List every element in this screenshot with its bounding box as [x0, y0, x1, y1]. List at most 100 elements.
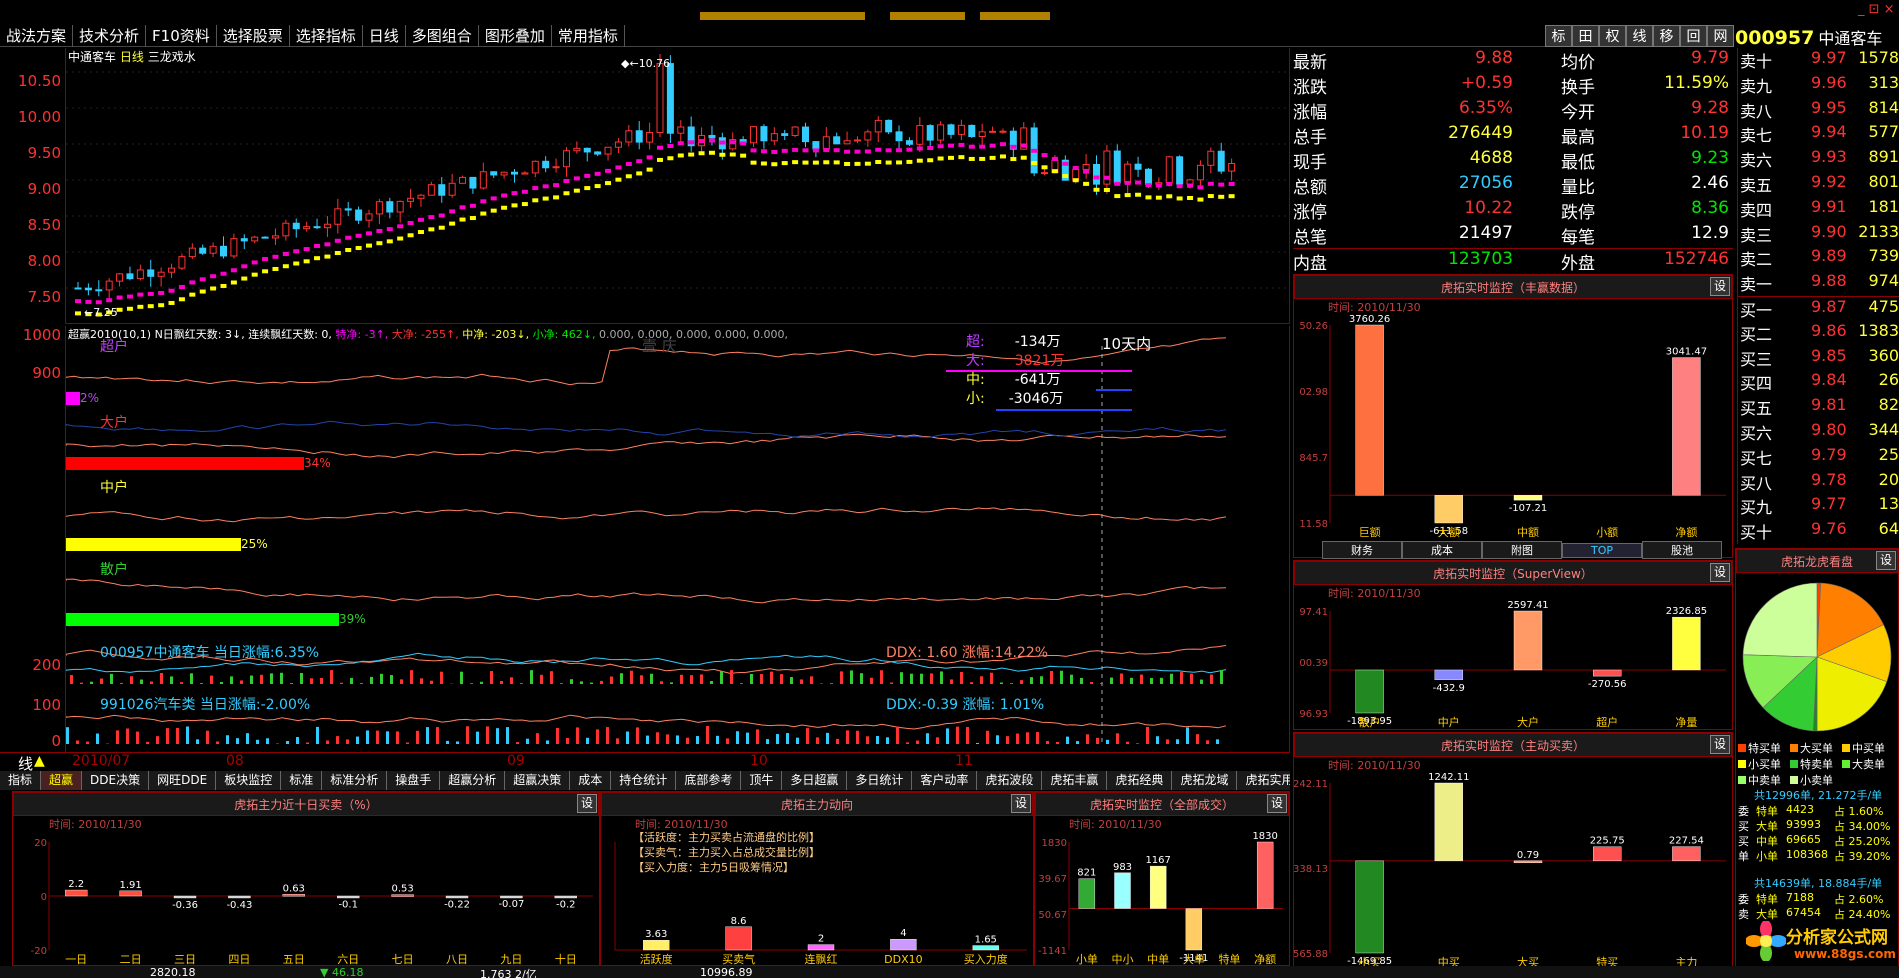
bid-row[interactable]: 买四 9.84 26	[1738, 370, 1899, 395]
ask-row[interactable]: 卖五 9.92 801	[1738, 172, 1899, 197]
menu-select-indicator[interactable]: 选择指标	[290, 25, 363, 47]
bar-category-label: 五日	[283, 953, 305, 966]
menu-select-stock[interactable]: 选择股票	[217, 25, 290, 47]
indicator-tab[interactable]: 成本	[570, 771, 612, 790]
dde-panel[interactable]: 超赢2010(10,1) N日飘红天数: 3↓, 连续飘红天数: 0, 特净: …	[66, 326, 1290, 752]
panel-tab[interactable]: 附图	[1482, 541, 1562, 559]
panel-tab[interactable]: 股池	[1642, 541, 1722, 559]
panel-tab[interactable]: 成本	[1402, 541, 1482, 559]
toolbar-net-button[interactable]: 网	[1707, 25, 1734, 47]
settings-button[interactable]: 设	[1710, 563, 1730, 582]
ddx-bar	[540, 674, 543, 684]
panel-tab[interactable]: TOP	[1562, 543, 1642, 558]
time-axis-marker[interactable]: ▲	[34, 753, 45, 769]
bid-row[interactable]: 买五 9.81 82	[1738, 395, 1899, 420]
ddx-bar	[750, 673, 753, 684]
settings-button[interactable]: 设	[1876, 551, 1896, 570]
indicator-tab[interactable]: 板块监控	[216, 771, 282, 790]
toolbar-right-button[interactable]: 权	[1599, 25, 1626, 47]
candle-body	[905, 140, 913, 145]
indicator-tab[interactable]: 多日统计	[847, 771, 913, 790]
settings-button[interactable]: 设	[1011, 794, 1031, 813]
ma-marker	[864, 161, 871, 166]
indicator-tab[interactable]: 虎拓实用	[1237, 771, 1290, 790]
indicator-tab[interactable]: DDE决策	[82, 771, 150, 790]
ask-row[interactable]: 卖八 9.95 814	[1738, 98, 1899, 123]
menu-common-indicators[interactable]: 常用指标	[552, 25, 625, 47]
window-controls[interactable]: _ ⊡ ×	[1858, 2, 1895, 17]
indicator-tab[interactable]: 网旺DDE	[149, 771, 217, 790]
ask-row[interactable]: 卖三 9.90 2133	[1738, 222, 1899, 247]
ask-row[interactable]: 卖十 9.97 1578	[1738, 48, 1899, 73]
ddx-bar	[1146, 726, 1149, 744]
ma-marker	[459, 217, 466, 222]
indicator-tab[interactable]: 虎拓丰赢	[1042, 771, 1108, 790]
ddx-bar	[100, 678, 103, 684]
indicator-tab[interactable]: 多日超赢	[782, 771, 848, 790]
toolbar-grid-button[interactable]: 田	[1572, 25, 1599, 47]
indicator-tab[interactable]: 超赢	[41, 771, 83, 790]
bar	[119, 890, 142, 897]
bar-chart: 97.4100.3996.93-1893.95散户-432.9中户2597.41…	[1299, 600, 1726, 729]
ma-marker	[1207, 181, 1214, 186]
panel-tab[interactable]: 财务	[1322, 541, 1402, 559]
toolbar-mark-button[interactable]: 标	[1545, 25, 1572, 47]
toolbar-line-button[interactable]: 线	[1626, 25, 1653, 47]
indicator-tab[interactable]: 虎拓龙域	[1172, 771, 1238, 790]
bid-row[interactable]: 买七 9.79 25	[1738, 445, 1899, 470]
indicator-tab[interactable]: 顶牛	[741, 771, 783, 790]
settings-button[interactable]: 设	[577, 794, 597, 813]
menu-multi-chart[interactable]: 多图组合	[406, 25, 479, 47]
ask-row[interactable]: 卖二 9.89 739	[1738, 246, 1899, 271]
bid-row[interactable]: 买十 9.76 64	[1738, 519, 1899, 544]
settings-button[interactable]: 设	[1267, 794, 1287, 813]
ask-row[interactable]: 卖七 9.94 577	[1738, 122, 1899, 147]
logo-url: www.88gs.com	[1794, 947, 1896, 961]
indicator-tab[interactable]: 操盘手	[387, 771, 441, 790]
ddx-bar	[746, 732, 749, 744]
candle-body	[646, 131, 654, 143]
menu-daily[interactable]: 日线	[363, 25, 406, 47]
indicator-tab[interactable]: 持仓统计	[611, 771, 677, 790]
bid-row[interactable]: 买二 9.86 1383	[1738, 321, 1899, 346]
ddx-bar	[1026, 732, 1029, 744]
bid-row[interactable]: 买六 9.80 344	[1738, 420, 1899, 445]
bar-value-label: 1.91	[119, 880, 141, 891]
indicator-tab[interactable]: 底部参考	[676, 771, 742, 790]
bid-row[interactable]: 买三 9.85 360	[1738, 346, 1899, 371]
bid-row[interactable]: 买一 9.87 475	[1738, 295, 1899, 321]
ask-row[interactable]: 卖九 9.96 313	[1738, 73, 1899, 98]
indicator-tab[interactable]: 指标	[0, 771, 42, 790]
bid-row[interactable]: 买九 9.77 13	[1738, 494, 1899, 519]
indicator-tab[interactable]: 虎拓波段	[977, 771, 1043, 790]
indicator-tab[interactable]: 标准分析	[322, 771, 388, 790]
menu-tech-analysis[interactable]: 技术分析	[73, 25, 147, 47]
ask-row[interactable]: 卖一 9.88 974	[1738, 271, 1899, 296]
ddx-bar	[356, 736, 359, 744]
indicator-tab[interactable]: 客户动率	[912, 771, 978, 790]
indicator-tab[interactable]: 超赢决策	[505, 771, 571, 790]
settings-button[interactable]: 设	[1710, 735, 1730, 754]
candle-body	[469, 176, 477, 189]
indicator-tab[interactable]: 超赢分析	[440, 771, 506, 790]
menu-f10[interactable]: F10资料	[146, 25, 217, 47]
menu-overlay[interactable]: 图形叠加	[479, 25, 552, 47]
level-qty: 25	[1878, 444, 1899, 464]
indicator-tab[interactable]: 虎拓经典	[1107, 771, 1173, 790]
indicator-tab[interactable]: 标准	[281, 771, 323, 790]
ask-row[interactable]: 卖四 9.91 181	[1738, 197, 1899, 222]
ddx-bar	[80, 682, 83, 684]
ma-marker	[667, 144, 674, 149]
ddx-bar	[956, 726, 959, 744]
ask-row[interactable]: 卖六 9.93 891	[1738, 147, 1899, 172]
bid-row[interactable]: 买八 9.78 20	[1738, 470, 1899, 495]
settings-button[interactable]: 设	[1710, 277, 1730, 296]
menu-strategy[interactable]: 战法方案	[0, 25, 74, 47]
toolbar-back-button[interactable]: 回	[1680, 25, 1707, 47]
kline-chart[interactable]: 中通客车 日线 三龙戏水 ◆←10.76 ←7.25	[66, 48, 1290, 324]
y-tick: -1141	[1038, 946, 1067, 957]
ddx-bar	[456, 741, 459, 744]
toolbar-move-button[interactable]: 移	[1653, 25, 1680, 47]
level-price: 9.86	[1811, 320, 1847, 340]
ma-marker	[282, 251, 289, 256]
